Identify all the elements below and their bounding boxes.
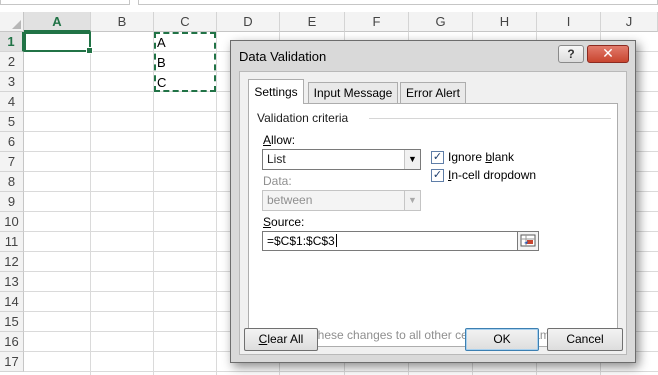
gridline xyxy=(24,371,658,372)
name-box-edge xyxy=(0,0,130,5)
text-caret xyxy=(335,234,337,247)
row-header-14[interactable]: 14 xyxy=(0,292,24,312)
dialog-title: Data Validation xyxy=(239,49,327,64)
row-header-12[interactable]: 12 xyxy=(0,252,24,272)
column-header-h[interactable]: H xyxy=(473,12,537,32)
data-label: Data: xyxy=(263,174,292,188)
row-header-11[interactable]: 11 xyxy=(0,232,24,252)
ignore-blank-label[interactable]: Ignore blank xyxy=(448,150,514,164)
source-label: Source: xyxy=(263,215,305,229)
dialog-client-area: Settings Input Message Error Alert Valid… xyxy=(239,71,627,355)
validation-criteria-heading: Validation criteria xyxy=(257,111,353,125)
row-header-6[interactable]: 6 xyxy=(0,132,24,152)
row-header-1[interactable]: 1 xyxy=(0,32,24,52)
close-button[interactable]: ✕ xyxy=(587,45,629,63)
formula-input-edge xyxy=(138,0,658,5)
settings-panel: Validation criteria Allow: List ▼ ✓ Igno… xyxy=(248,103,618,347)
row-header-8[interactable]: 8 xyxy=(0,172,24,192)
allow-select[interactable]: List ▼ xyxy=(262,149,421,170)
row-header-7[interactable]: 7 xyxy=(0,152,24,172)
cancel-button[interactable]: Cancel xyxy=(547,328,623,351)
row-header-9[interactable]: 9 xyxy=(0,192,24,212)
copy-marquee-selection xyxy=(154,32,216,92)
data-select: between ▼ xyxy=(262,190,421,211)
column-header-g[interactable]: G xyxy=(409,12,473,32)
row-header-4[interactable]: 4 xyxy=(0,92,24,112)
row-header-2[interactable]: 2 xyxy=(0,52,24,72)
column-header-a[interactable]: A xyxy=(24,12,91,32)
help-button[interactable]: ? xyxy=(558,45,584,63)
row-header-3[interactable]: 3 xyxy=(0,72,24,92)
column-header-e[interactable]: E xyxy=(280,12,345,32)
gridline xyxy=(216,32,217,375)
section-divider xyxy=(369,118,611,119)
tab-error-alert[interactable]: Error Alert xyxy=(400,82,466,103)
data-select-value: between xyxy=(267,193,313,207)
clear-all-button[interactable]: Clear All xyxy=(244,328,318,351)
in-cell-dropdown-checkbox[interactable]: ✓ xyxy=(431,169,444,182)
help-icon: ? xyxy=(567,47,575,61)
data-validation-dialog: Data Validation ? ✕ Settings Input Messa… xyxy=(230,40,636,363)
column-header-b[interactable]: B xyxy=(91,12,154,32)
column-header-d[interactable]: D xyxy=(217,12,280,32)
select-all-corner[interactable] xyxy=(0,12,24,32)
active-cell-a1[interactable] xyxy=(24,32,93,54)
source-input[interactable]: =$C$1:$C$3 xyxy=(262,231,518,251)
column-header-c[interactable]: C xyxy=(154,12,217,32)
row-header-5[interactable]: 5 xyxy=(0,112,24,132)
column-header-f[interactable]: F xyxy=(345,12,409,32)
row-header-17[interactable]: 17 xyxy=(0,352,24,372)
row-header-15[interactable]: 15 xyxy=(0,312,24,332)
ignore-blank-checkbox[interactable]: ✓ xyxy=(431,151,444,164)
ok-button[interactable]: OK xyxy=(465,328,539,351)
chevron-down-icon: ▼ xyxy=(404,191,420,210)
fill-handle[interactable] xyxy=(86,47,93,54)
column-header-i[interactable]: I xyxy=(537,12,601,32)
column-header-j[interactable]: J xyxy=(601,12,658,32)
gridline xyxy=(90,32,91,375)
allow-label: Allow: xyxy=(263,133,296,147)
tab-input-message[interactable]: Input Message xyxy=(308,82,398,103)
column-headers: A B C D E F G H I J xyxy=(24,12,658,32)
collapse-dialog-button[interactable] xyxy=(517,231,539,251)
row-header-10[interactable]: 10 xyxy=(0,212,24,232)
allow-select-value: List xyxy=(267,152,286,166)
source-input-value: =$C$1:$C$3 xyxy=(267,234,335,248)
range-selector-icon xyxy=(520,234,536,247)
dialog-titlebar[interactable]: Data Validation ? ✕ xyxy=(231,41,635,71)
tab-settings[interactable]: Settings xyxy=(248,79,304,104)
in-cell-dropdown-label[interactable]: In-cell dropdown xyxy=(448,168,536,182)
close-icon: ✕ xyxy=(602,45,614,61)
row-header-16[interactable]: 16 xyxy=(0,332,24,352)
chevron-down-icon[interactable]: ▼ xyxy=(404,150,420,169)
row-header-13[interactable]: 13 xyxy=(0,272,24,292)
formula-bar-edge xyxy=(0,0,658,5)
